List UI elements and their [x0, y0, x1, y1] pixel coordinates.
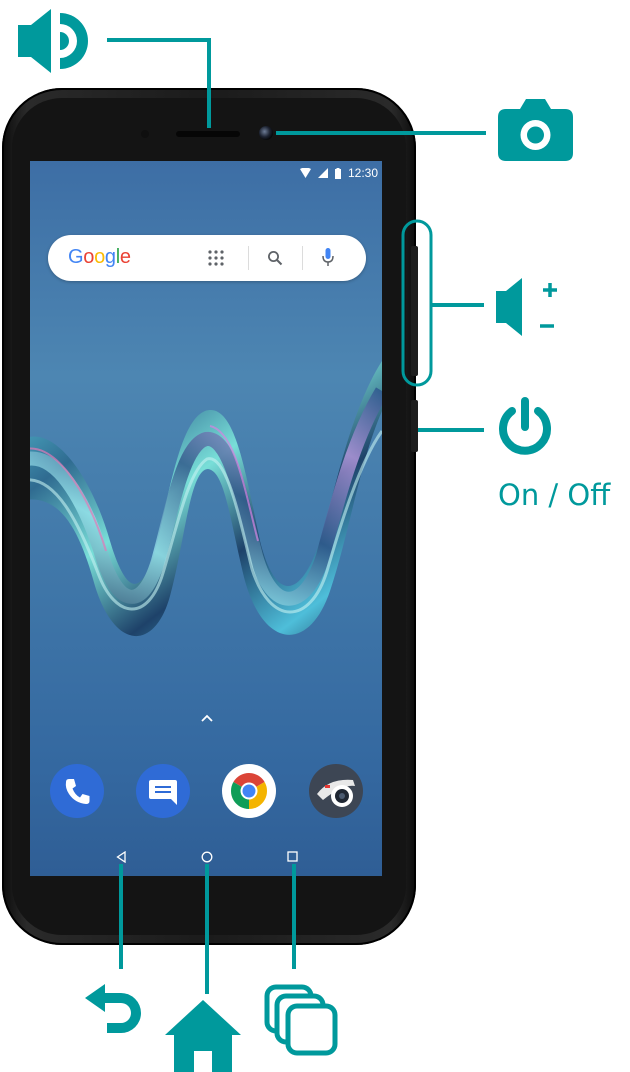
speaker-callout-line	[107, 38, 211, 42]
back-button[interactable]	[116, 851, 126, 863]
wifi-icon	[299, 168, 311, 178]
search-icon[interactable]	[267, 250, 283, 266]
volume-callout-line	[431, 303, 484, 307]
status-bar: 12:30	[299, 166, 378, 180]
recents-button[interactable]	[287, 851, 298, 862]
earpiece-speaker	[176, 131, 240, 137]
proximity-sensor	[141, 130, 149, 138]
recents-icon	[264, 984, 338, 1056]
google-logo: Google	[68, 246, 131, 268]
google-search-bar[interactable]: Google	[48, 235, 366, 281]
camera-callout-line	[276, 131, 486, 135]
message-bubble-icon	[149, 780, 177, 805]
camera-lens-icon	[317, 779, 355, 807]
signal-icon	[317, 168, 328, 178]
front-camera-lens	[259, 126, 273, 140]
battery-icon	[334, 167, 341, 179]
power-callout-line	[418, 428, 484, 432]
search-divider	[248, 246, 249, 270]
power-icon	[499, 397, 551, 455]
phone-app-icon[interactable]	[50, 764, 104, 818]
power-button	[411, 400, 418, 452]
recents-callout-line	[292, 864, 296, 969]
microphone-icon[interactable]	[322, 248, 334, 268]
back-arrow-icon	[85, 984, 141, 1033]
phone-handset-icon	[65, 779, 90, 804]
camera-icon	[498, 99, 573, 161]
volume-rocker-outline	[401, 219, 433, 387]
messages-app-icon[interactable]	[136, 764, 190, 818]
apps-grid-icon[interactable]	[208, 250, 224, 266]
camera-app-icon[interactable]	[309, 764, 363, 818]
speaker-callout-line	[207, 38, 211, 128]
home-callout-line	[205, 864, 209, 994]
status-time: 12:30	[347, 166, 378, 180]
phone-screen: 12:30 Google	[30, 161, 382, 876]
back-callout-line	[119, 864, 123, 969]
home-button[interactable]	[201, 851, 213, 863]
chrome-logo-icon	[230, 773, 268, 809]
speaker-icon	[18, 9, 88, 73]
power-label: On / Off	[498, 478, 611, 512]
chevron-up-icon[interactable]	[201, 714, 213, 722]
chrome-app-icon[interactable]	[222, 764, 276, 818]
search-divider	[302, 246, 303, 270]
wallpaper-logo-artwork	[30, 361, 382, 637]
home-icon	[165, 1000, 241, 1072]
volume-icon	[496, 278, 557, 336]
